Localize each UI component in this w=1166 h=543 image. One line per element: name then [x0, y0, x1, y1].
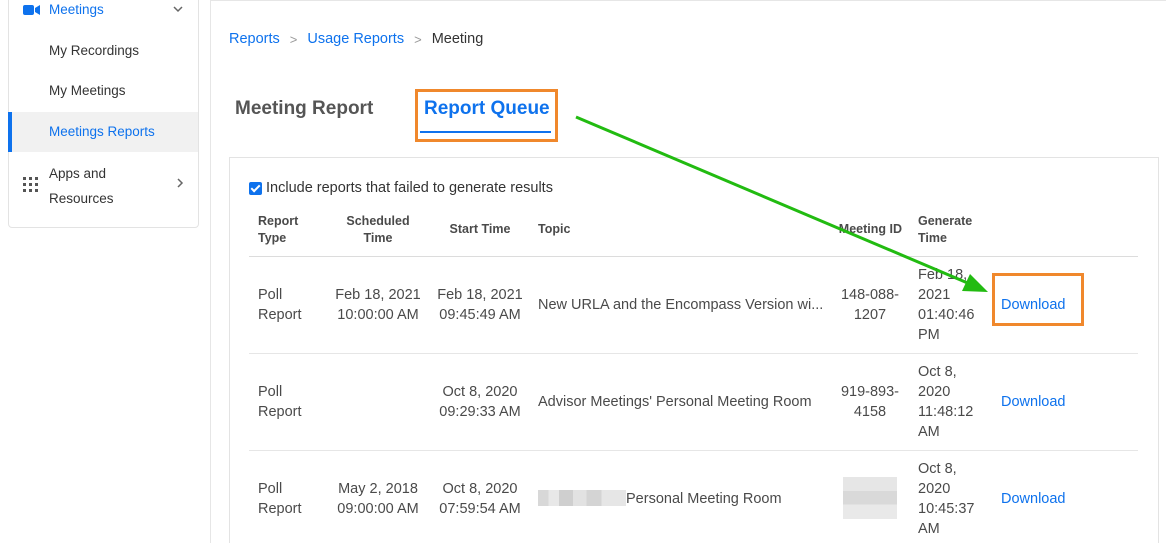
page: Meetings My Recordings My Meetings Meeti…: [0, 0, 1166, 543]
annotation-arrow-icon: [575, 115, 988, 292]
